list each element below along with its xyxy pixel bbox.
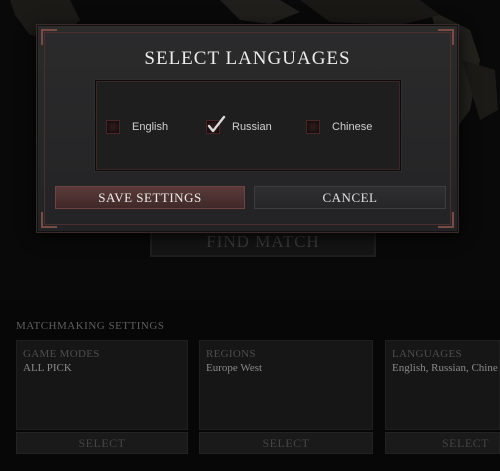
- checkmark-icon: [207, 115, 226, 133]
- chinese-checkbox[interactable]: [306, 120, 320, 134]
- languages-select-button[interactable]: SELECT: [385, 432, 500, 454]
- select-languages-dialog: SELECT LANGUAGES English Russian Chinese…: [37, 25, 458, 232]
- russian-label: Russian: [232, 121, 272, 133]
- language-options-box: English Russian Chinese: [95, 80, 401, 171]
- english-label: English: [132, 121, 169, 133]
- frame-corner-ornament: [438, 29, 454, 45]
- language-option-english[interactable]: English: [106, 118, 168, 136]
- russian-checkbox[interactable]: [206, 115, 226, 134]
- frame-corner-ornament: [41, 212, 57, 228]
- game-modes-value: ALL PICK: [23, 362, 72, 374]
- regions-select-button[interactable]: SELECT: [199, 432, 373, 454]
- game-modes-label: GAME MODES: [23, 348, 100, 360]
- frame-corner-ornament: [438, 212, 454, 228]
- languages-value: English, Russian, Chine: [392, 362, 498, 374]
- regions-label: REGIONS: [206, 348, 256, 360]
- chinese-label: Chinese: [332, 121, 373, 133]
- languages-label: LANGUAGES: [392, 348, 462, 360]
- game-modes-panel: GAME MODES ALL PICK: [16, 340, 188, 430]
- regions-panel: REGIONS Europe West: [199, 340, 373, 430]
- game-modes-select-button[interactable]: SELECT: [16, 432, 188, 454]
- cancel-button[interactable]: CANCEL: [254, 186, 446, 209]
- language-option-russian[interactable]: Russian: [206, 115, 272, 136]
- english-checkbox[interactable]: [106, 120, 120, 134]
- dialog-title: SELECT LANGUAGES: [144, 48, 351, 69]
- regions-value: Europe West: [206, 362, 263, 374]
- languages-panel: LANGUAGES English, Russian, Chine: [385, 340, 500, 430]
- language-option-chinese[interactable]: Chinese: [306, 118, 372, 136]
- save-settings-button[interactable]: SAVE SETTINGS: [55, 186, 245, 209]
- game-screen: FIND MATCH MATCHMAKING SETTINGS GAME MOD…: [0, 0, 500, 471]
- frame-corner-ornament: [41, 29, 57, 45]
- matchmaking-settings-title: MATCHMAKING SETTINGS: [16, 320, 165, 332]
